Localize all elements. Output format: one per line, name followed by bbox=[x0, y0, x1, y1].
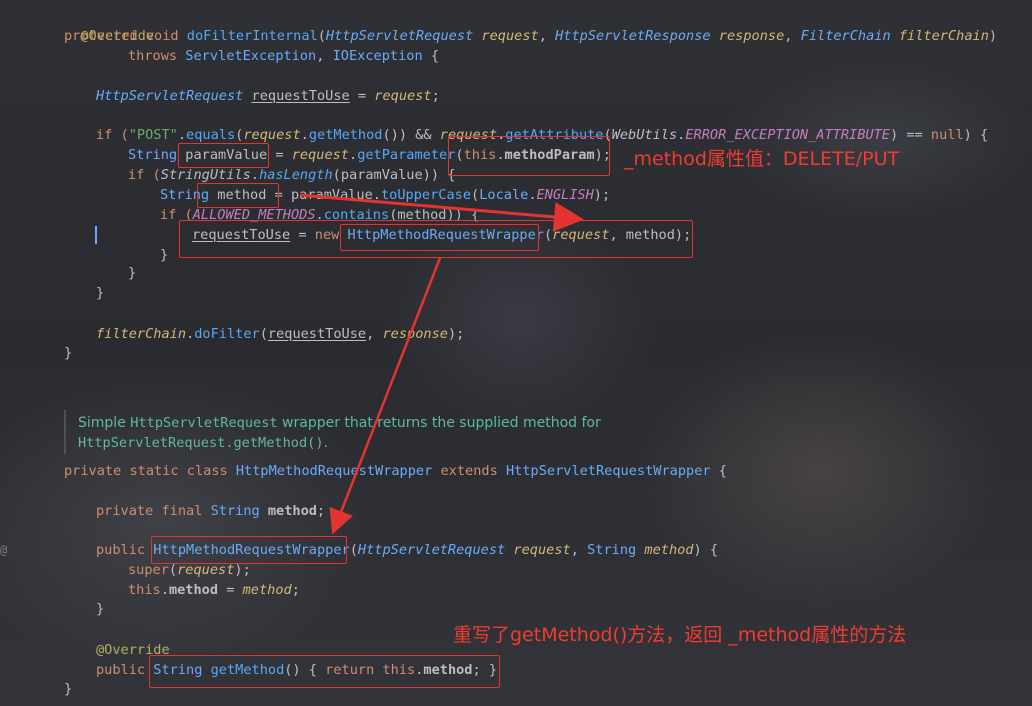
note-getmethod-override: 重写了getMethod()方法，返回 _method属性的方法 bbox=[453, 624, 907, 646]
arrow-method-to-wrapper bbox=[299, 193, 584, 232]
note-method-value: _method属性值：DELETE/PUT bbox=[624, 148, 900, 170]
arrow-wrapper-to-constructor bbox=[329, 257, 442, 535]
annotation-arrows bbox=[299, 193, 584, 535]
